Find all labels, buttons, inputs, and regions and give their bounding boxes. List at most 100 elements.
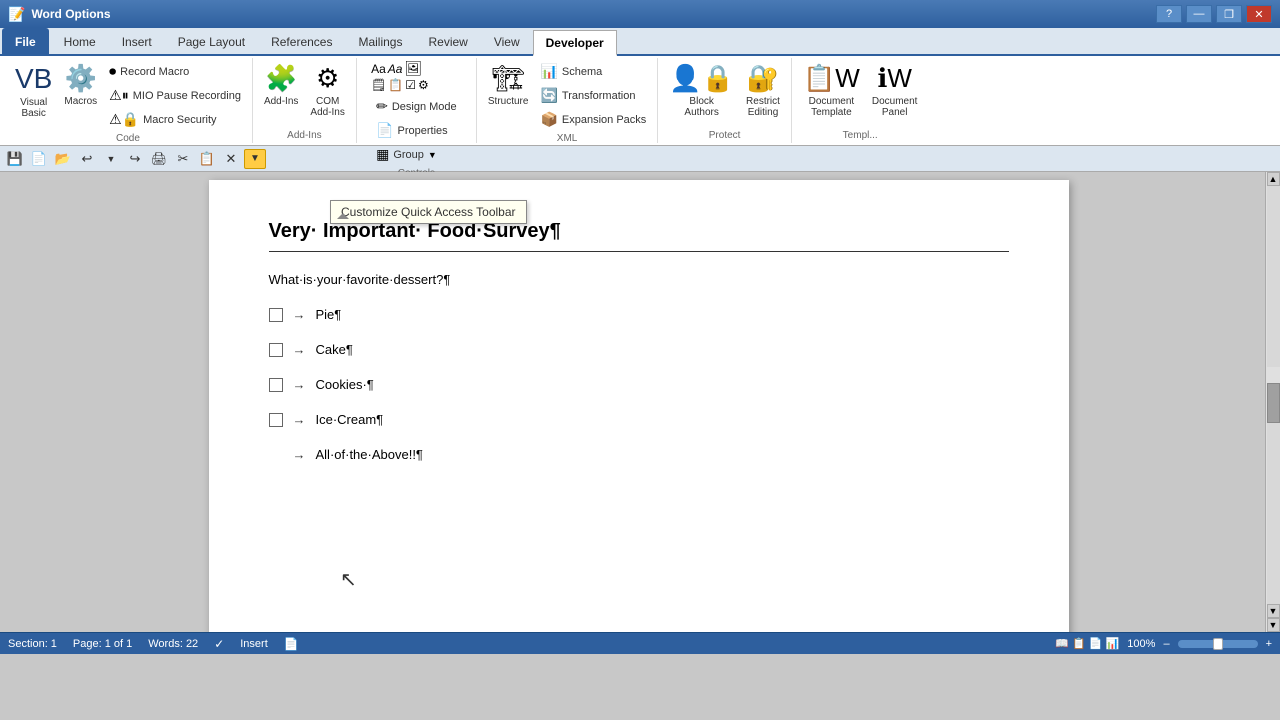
tab-mailings[interactable]: Mailings — [345, 28, 415, 54]
visual-basic-icon: VB — [15, 63, 52, 95]
group-icon: ▦ — [376, 146, 389, 163]
status-left: Section: 1 Page: 1 of 1 Words: 22 ✓ Inse… — [8, 637, 299, 651]
qa-redo-button[interactable]: ↪ — [124, 149, 146, 169]
record-macro-button[interactable]: ⏺ Record Macro — [104, 60, 246, 83]
templates-group-items: 📋W DocumentTemplate ℹW DocumentPanel — [798, 60, 923, 128]
checkbox-cookies[interactable] — [269, 378, 283, 392]
record-macro-icon: ⏺ — [109, 63, 116, 80]
arrow-all: → — [293, 447, 306, 462]
properties-label: Properties — [398, 125, 448, 137]
qa-print-button[interactable]: 🖨 — [148, 149, 170, 169]
code-group-label: Code — [116, 133, 140, 144]
pause-recording-icon: ⚠⏸ — [109, 87, 129, 104]
ribbon-group-xml: 🏗 Structure 📊 Schema 🔄 Transformation 📦 … — [477, 58, 658, 143]
ribbon-group-code: VB VisualBasic ⚙️ Macros ⏺ Record Macro … — [4, 58, 253, 143]
document-page-area[interactable]: Very· Important· Food·Survey¶ What·is·yo… — [12, 172, 1265, 632]
restrict-editing-button[interactable]: 🔐 RestrictEditing — [741, 60, 785, 121]
tab-file[interactable]: File — [2, 28, 49, 54]
restrict-editing-icon: 🔐 — [747, 63, 779, 94]
com-addins-button[interactable]: ⚙ COMAdd-Ins — [305, 60, 349, 121]
addins-button[interactable]: 🧩 Add-Ins — [259, 60, 303, 110]
restore-button[interactable]: ❐ — [1216, 5, 1242, 23]
close-button[interactable]: ✕ — [1246, 5, 1272, 23]
qa-cancel-button[interactable]: ✕ — [220, 149, 242, 169]
block-authors-button[interactable]: 👤🔒 BlockAuthors — [664, 60, 739, 121]
qa-undo-button[interactable]: ↩ — [76, 149, 98, 169]
window-title: Word Options — [31, 7, 110, 21]
zoom-slider[interactable] — [1178, 640, 1258, 648]
design-mode-button[interactable]: ✏ Design Mode — [371, 95, 462, 118]
design-mode-icon: ✏ — [376, 98, 388, 115]
arrow-ice-cream: → — [293, 412, 306, 427]
zoom-thumb[interactable] — [1213, 638, 1223, 650]
status-page: Page: 1 of 1 — [73, 638, 132, 650]
tab-review[interactable]: Review — [415, 28, 480, 54]
status-zoom: 100% — [1127, 638, 1155, 650]
qa-new-button[interactable]: 📄 — [28, 149, 50, 169]
minimize-button[interactable]: — — [1186, 5, 1212, 23]
scroll-down2-button[interactable]: ▼ — [1267, 618, 1280, 632]
qa-cut-button[interactable]: ✂ — [172, 149, 194, 169]
ribbon-group-protect: 👤🔒 BlockAuthors 🔐 RestrictEditing Protec… — [658, 58, 792, 143]
document-area: Very· Important· Food·Survey¶ What·is·yo… — [0, 172, 1280, 632]
tab-references[interactable]: References — [258, 28, 345, 54]
scroll-left-margin — [0, 172, 12, 632]
scroll-up-button[interactable]: ▲ — [1267, 172, 1280, 186]
document-panel-button[interactable]: ℹW DocumentPanel — [867, 60, 923, 121]
item-cake-label: Cake¶ — [316, 342, 353, 357]
scrollbar-thumb[interactable] — [1267, 383, 1280, 423]
addins-label: Add-Ins — [264, 96, 298, 107]
quick-access-toolbar: 💾 📄 📂 ↩ ▼ ↪ 🖨 ✂ 📋 ✕ ▼ — [0, 146, 1280, 172]
app-icon: 📝 — [8, 6, 25, 23]
group-button[interactable]: ▦ Group ▼ — [371, 143, 462, 166]
pause-recording-button[interactable]: ⚠⏸ MIO Pause Recording — [104, 84, 246, 107]
tooltip-text: Customize Quick Access Toolbar — [341, 205, 516, 219]
item-all-label: All·of·the·Above!!¶ — [316, 447, 423, 462]
checkbox-pie[interactable] — [269, 308, 283, 322]
status-mode: Insert — [240, 638, 268, 650]
item-cookies-label: Cookies·¶ — [316, 377, 374, 392]
status-right: 📖 📋 📄 📊 100% – + — [1055, 637, 1272, 650]
zoom-out-icon[interactable]: – — [1163, 638, 1169, 650]
document-page[interactable]: Very· Important· Food·Survey¶ What·is·yo… — [209, 180, 1069, 632]
checkbox-cake[interactable] — [269, 343, 283, 357]
macro-security-button[interactable]: ⚠🔒 Macro Security — [104, 108, 246, 131]
qa-save-button[interactable]: 💾 — [4, 149, 26, 169]
scroll-down-button[interactable]: ▼ — [1267, 604, 1280, 618]
qa-undo-dropdown[interactable]: ▼ — [100, 149, 122, 169]
transformation-button[interactable]: 🔄 Transformation — [535, 84, 651, 107]
document-template-button[interactable]: 📋W DocumentTemplate — [798, 60, 865, 121]
help-button[interactable]: ? — [1156, 5, 1182, 23]
tab-view[interactable]: View — [481, 28, 533, 54]
schema-button[interactable]: 📊 Schema — [535, 60, 651, 83]
tab-page-layout[interactable]: Page Layout — [165, 28, 258, 54]
expansion-packs-button[interactable]: 📦 Expansion Packs — [535, 108, 651, 131]
tooltip-arrow — [337, 213, 349, 219]
addins-group-label: Add-Ins — [287, 130, 321, 141]
tab-insert[interactable]: Insert — [109, 28, 165, 54]
qa-paste-button[interactable]: 📋 — [196, 149, 218, 169]
macros-button[interactable]: ⚙️ Macros — [59, 60, 102, 110]
status-words: Words: 22 — [148, 638, 198, 650]
pause-recording-label: MIO Pause Recording — [133, 90, 241, 102]
title-bar: 📝 Word Options ? — ❐ ✕ — [0, 0, 1280, 28]
status-bar: Section: 1 Page: 1 of 1 Words: 22 ✓ Inse… — [0, 632, 1280, 654]
tab-developer[interactable]: Developer — [533, 30, 617, 56]
qa-open-button[interactable]: 📂 — [52, 149, 74, 169]
structure-button[interactable]: 🏗 Structure — [483, 60, 534, 110]
checkbox-ice-cream[interactable] — [269, 413, 283, 427]
zoom-in-icon[interactable]: + — [1266, 638, 1272, 650]
properties-button[interactable]: 📄 Properties — [371, 119, 462, 142]
controls-group-items: Aa Aa 🖼 🗒 📋 ☑ ⚙ ✏ Design Mode 📄 Properti… — [371, 60, 462, 166]
tab-home[interactable]: Home — [51, 28, 109, 54]
list-item: → Ice·Cream¶ — [269, 412, 1009, 427]
transformation-icon: 🔄 — [540, 87, 557, 104]
right-scrollbar[interactable]: ▲ ▼ ▼ — [1265, 172, 1280, 632]
item-ice-cream-label: Ice·Cream¶ — [316, 412, 384, 427]
list-item: → Cake¶ — [269, 342, 1009, 357]
visual-basic-button[interactable]: VB VisualBasic — [10, 60, 57, 122]
design-mode-label: Design Mode — [392, 101, 457, 113]
title-bar-left: 📝 Word Options — [8, 6, 111, 23]
qa-customize-button[interactable]: ▼ — [244, 149, 266, 169]
ribbon-group-addins: 🧩 Add-Ins ⚙ COMAdd-Ins Add-Ins — [253, 58, 357, 143]
